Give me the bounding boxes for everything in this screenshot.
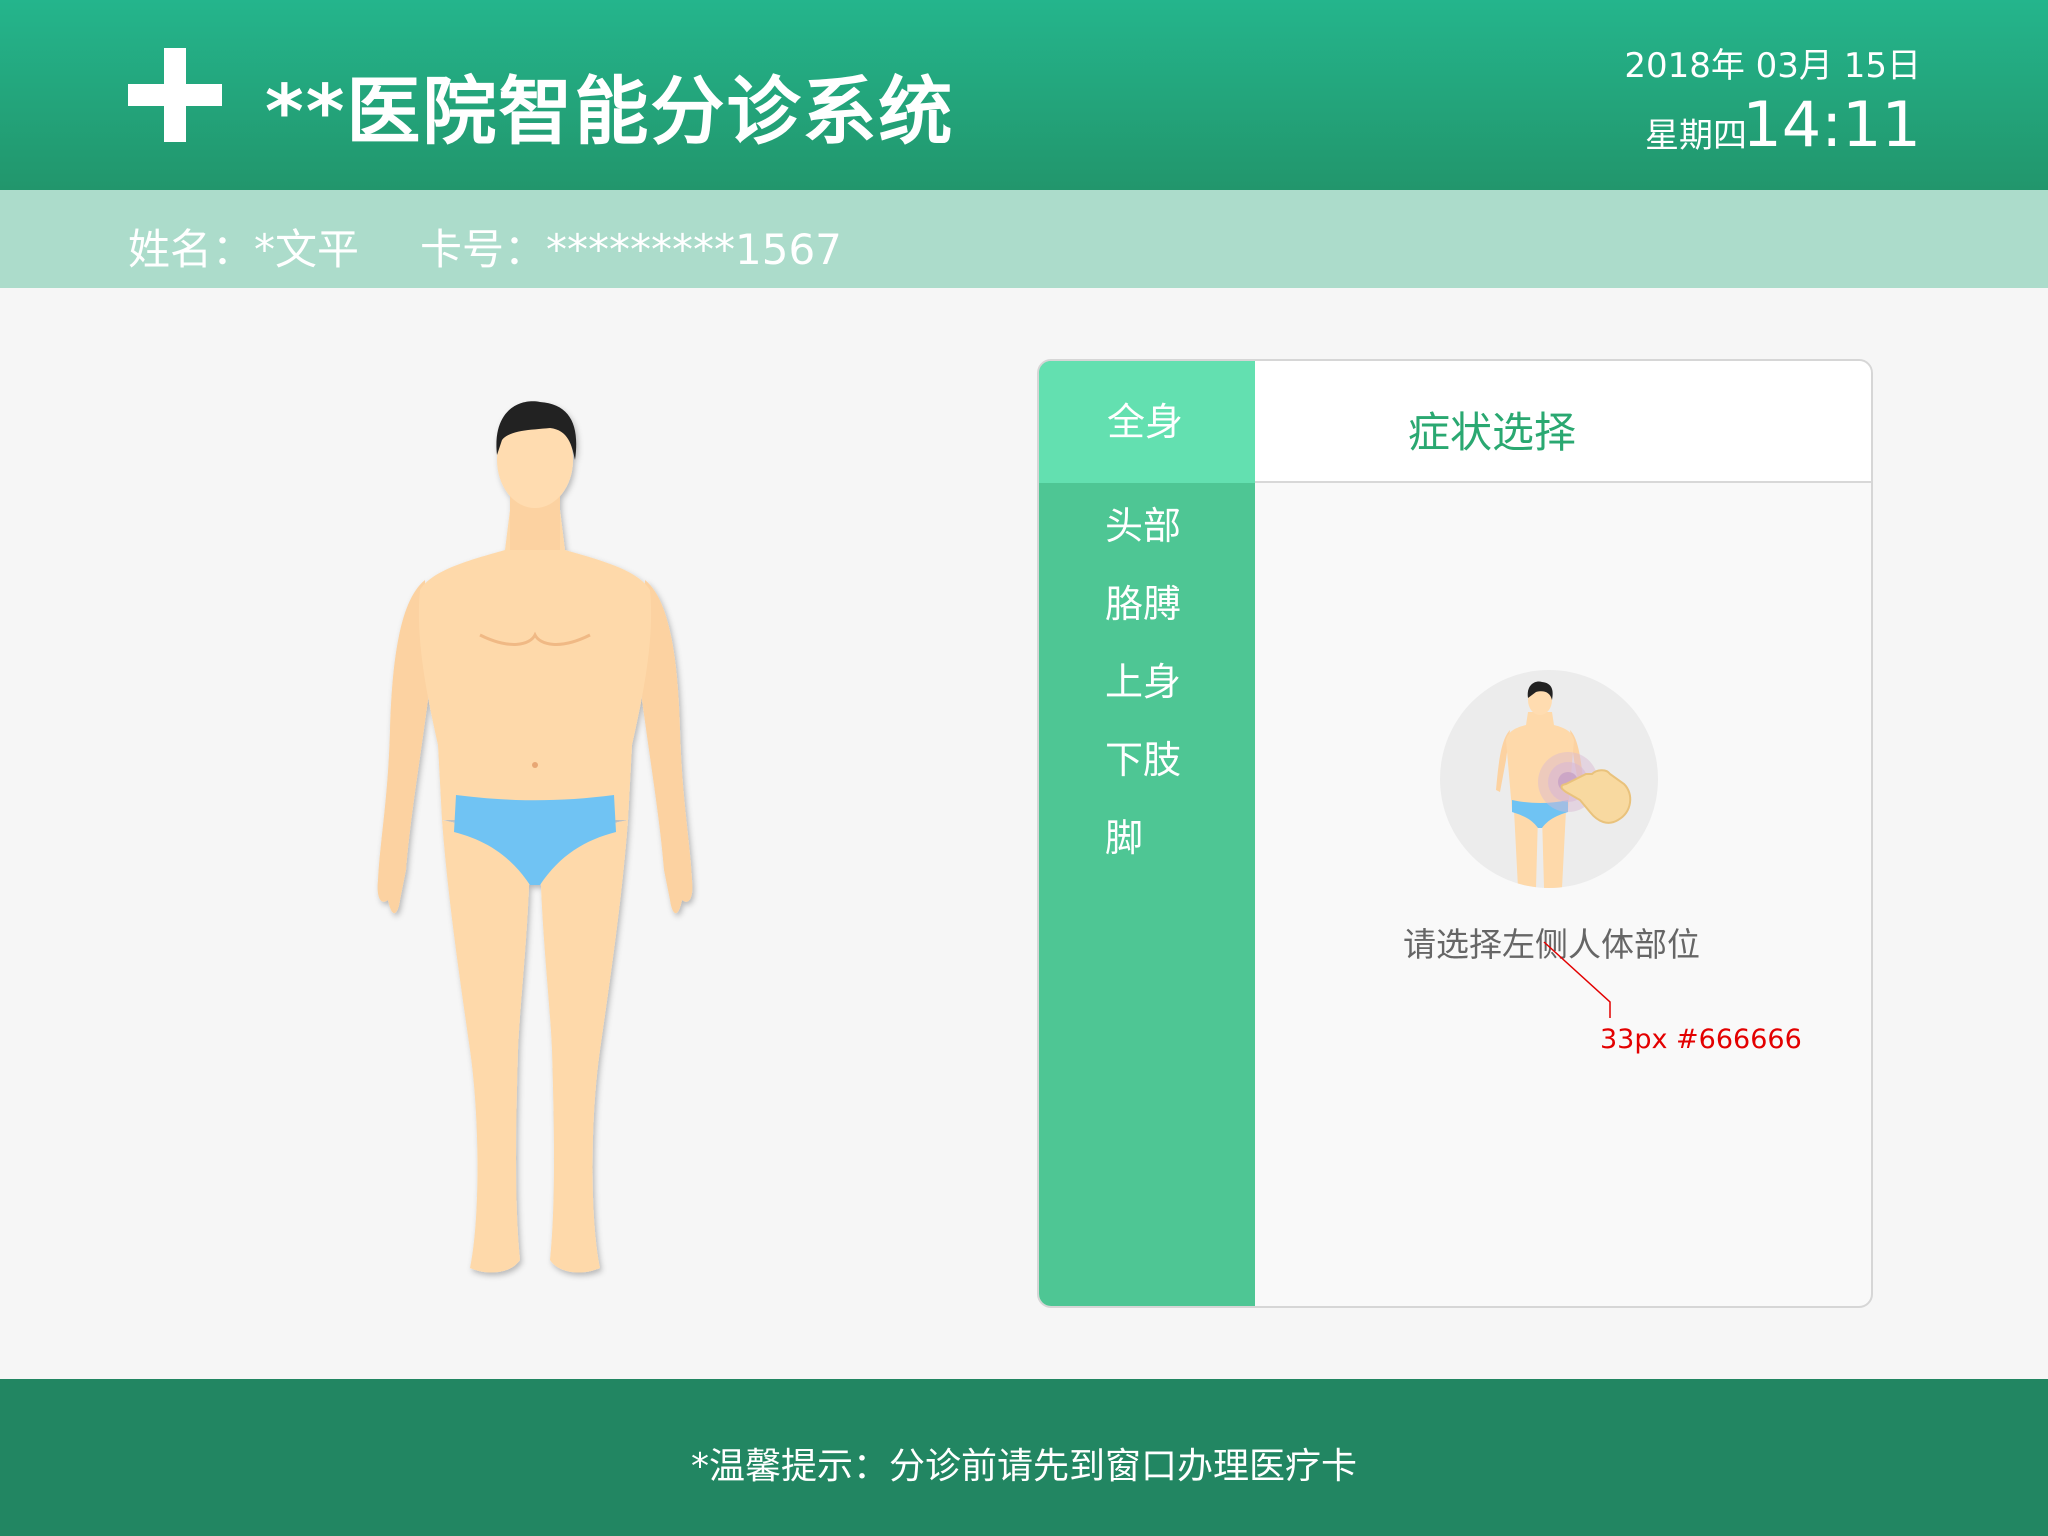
nav-item-upper-body[interactable]: 上身 (1039, 651, 1255, 706)
patient-info-bar: 姓名：*文平 卡号：*********1567 (0, 190, 2048, 288)
app-title: **医院智能分诊系统 (265, 69, 955, 155)
body-part-nav: 全身 头部 胳膊 上身 下肢 脚 (1039, 361, 1255, 1306)
patient-card-number: 卡号：*********1567 (420, 225, 842, 274)
annotation-leader-line (1543, 941, 1611, 1018)
current-date: 2018年 03月 15日 (1624, 46, 1921, 86)
footer-tip-bar: *温馨提示：分诊前请先到窗口办理医疗卡 (0, 1379, 2048, 1536)
nav-item-whole-body[interactable]: 全身 (1039, 361, 1255, 483)
current-weekday: 星期四 (1645, 116, 1747, 156)
panel-title: 症状选择 (1408, 408, 1577, 457)
nav-item-lower-limbs[interactable]: 下肢 (1039, 729, 1255, 784)
medical-cross-icon (128, 48, 224, 144)
panel-header: 症状选择 (1255, 361, 1871, 483)
nav-item-head[interactable]: 头部 (1039, 495, 1255, 550)
nav-item-feet[interactable]: 脚 (1039, 807, 1255, 862)
current-time: 14:11 (1742, 88, 1921, 161)
footer-tip: *温馨提示：分诊前请先到窗口办理医疗卡 (690, 1446, 1357, 1487)
nav-item-arms[interactable]: 胳膊 (1039, 573, 1255, 628)
app-header: **医院智能分诊系统 2018年 03月 15日 星期四 14:11 (0, 0, 2048, 190)
human-body-figure[interactable] (370, 400, 700, 1290)
select-body-part-illustration (1440, 670, 1658, 888)
patient-name: 姓名：*文平 (128, 225, 360, 274)
design-annotation-label: 33px #666666 (1600, 1024, 1802, 1055)
